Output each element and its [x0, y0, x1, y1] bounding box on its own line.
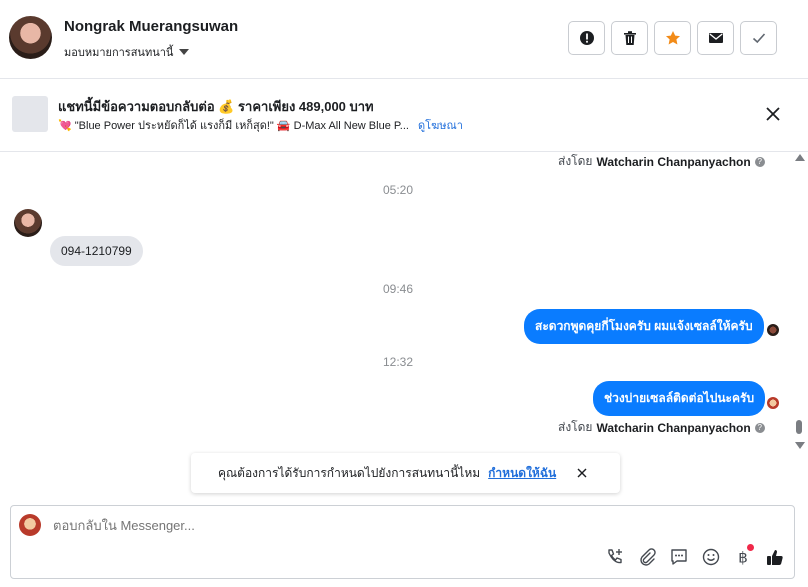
assign-to-me-link[interactable]: กำหนดให้ฉัน	[488, 464, 556, 483]
view-ad-link[interactable]: ดูโฆษณา	[418, 120, 463, 132]
header-actions	[568, 21, 777, 55]
phone-add-button[interactable]	[605, 547, 625, 567]
ad-title: แชทนี้มีข้อความตอบกลับต่อ 💰 ราคาเพียง 48…	[58, 99, 374, 114]
scroll-thumb[interactable]	[796, 420, 802, 434]
close-icon[interactable]	[764, 105, 782, 123]
svg-text:฿: ฿	[738, 549, 748, 567]
message-thread: ส่งโดย Watcharin Chanpanyachon ? 05:20 0…	[0, 152, 790, 452]
saved-reply-icon	[671, 549, 687, 565]
info-icon[interactable]: ?	[754, 422, 765, 433]
sent-by-name: Watcharin Chanpanyachon	[596, 420, 751, 435]
incoming-message[interactable]: 094-1210799	[50, 236, 143, 266]
ad-context-banner: แชทนี้มีข้อความตอบกลับต่อ 💰 ราคาเพียง 48…	[0, 80, 808, 152]
info-icon[interactable]: ?	[754, 156, 765, 167]
avatar[interactable]	[14, 209, 42, 237]
mark-done-button[interactable]	[740, 21, 777, 55]
notification-dot	[747, 544, 754, 551]
sent-by-label: ส่งโดย Watcharin Chanpanyachon ?	[558, 152, 765, 171]
ad-thumbnail	[12, 96, 48, 132]
scroll-down-arrow[interactable]	[795, 442, 805, 449]
reply-input[interactable]	[53, 518, 553, 533]
emoji-button[interactable]	[701, 547, 721, 567]
avatar	[19, 514, 41, 536]
read-receipt-avatar	[767, 397, 779, 409]
composer-toolbar: ฿	[605, 547, 785, 567]
paperclip-icon	[640, 548, 656, 566]
close-icon[interactable]	[576, 467, 588, 479]
timestamp: 05:20	[383, 183, 414, 197]
check-icon	[752, 33, 765, 44]
contact-name[interactable]: Nongrak Muerangsuwan	[64, 18, 238, 35]
outgoing-message[interactable]: สะดวกพูดคุยกี่โมงครับ ผมแจ้งเซลล์ให้ครับ	[524, 309, 764, 344]
envelope-icon	[708, 33, 723, 43]
attach-button[interactable]	[637, 547, 657, 567]
assign-label: มอบหมายการสนทนานี้	[64, 47, 174, 59]
delete-button[interactable]	[611, 21, 648, 55]
thumbs-up-icon	[767, 550, 783, 565]
ad-subtitle: 💘 "Blue Power ประหยัดก็ได้ แรงก็มี เหก็ส…	[58, 116, 463, 134]
avatar[interactable]	[9, 16, 52, 59]
spam-icon	[579, 31, 594, 45]
timestamp: 09:46	[383, 282, 414, 296]
saved-reply-button[interactable]	[669, 547, 689, 567]
sent-by-prefix: ส่งโดย	[558, 420, 593, 434]
assign-prompt: คุณต้องการได้รับการกำหนดไปยังการสนทนานี้…	[191, 453, 620, 493]
sent-by-name: Watcharin Chanpanyachon	[596, 154, 751, 169]
outgoing-message[interactable]: ช่วงบ่ายเซลล์ติดต่อไปนะครับ	[593, 381, 766, 416]
ad-description: 💘 "Blue Power ประหยัดก็ได้ แรงก็มี เหก็ส…	[58, 120, 409, 132]
read-receipt-avatar	[767, 324, 779, 336]
trash-icon	[623, 31, 636, 45]
phone-add-icon	[608, 549, 622, 564]
star-button[interactable]	[654, 21, 691, 55]
spam-button[interactable]	[568, 21, 605, 55]
mark-unread-button[interactable]	[697, 21, 734, 55]
timestamp: 12:32	[383, 355, 414, 369]
assign-dropdown[interactable]: มอบหมายการสนทนานี้	[64, 43, 190, 61]
like-button[interactable]	[765, 547, 785, 567]
conversation-header: Nongrak Muerangsuwan มอบหมายการสนทนานี้	[0, 0, 808, 79]
chevron-down-icon	[179, 49, 190, 55]
star-icon	[665, 31, 680, 45]
scroll-up-arrow[interactable]	[795, 154, 805, 161]
emoji-icon	[702, 548, 720, 566]
assign-prompt-text: คุณต้องการได้รับการกำหนดไปยังการสนทนานี้…	[218, 465, 481, 480]
scrollbar[interactable]	[792, 152, 806, 452]
reply-composer: ฿	[10, 505, 795, 579]
sent-by-label: ส่งโดย Watcharin Chanpanyachon ?	[558, 418, 765, 437]
sent-by-prefix: ส่งโดย	[558, 154, 593, 168]
